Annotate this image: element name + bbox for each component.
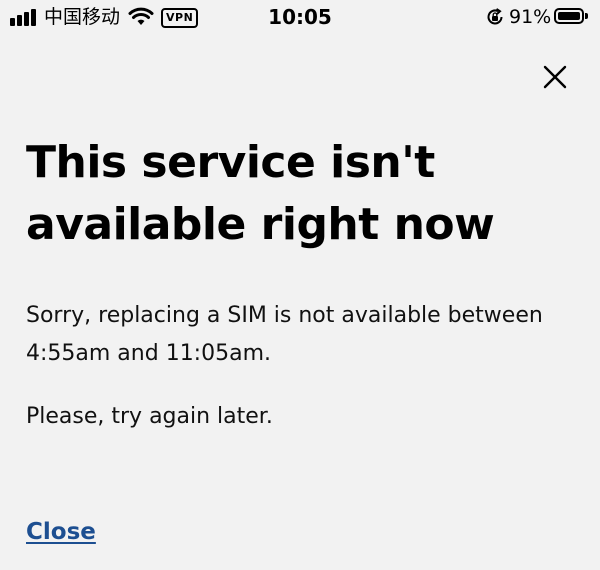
unavailable-message: Sorry, replacing a SIM is not available … — [26, 303, 543, 366]
status-bar: 中国移动 VPN 10:05 91% — [0, 0, 600, 34]
battery-percent: 91% — [509, 6, 552, 28]
page-title: This service isn't available right now — [26, 137, 495, 250]
retry-message: Please, try again later. — [26, 404, 273, 429]
battery-cap — [585, 13, 588, 19]
close-icon[interactable] — [540, 62, 570, 92]
battery-icon — [554, 8, 584, 24]
close-link[interactable]: Close — [26, 515, 96, 549]
rotation-lock-icon — [487, 8, 503, 25]
